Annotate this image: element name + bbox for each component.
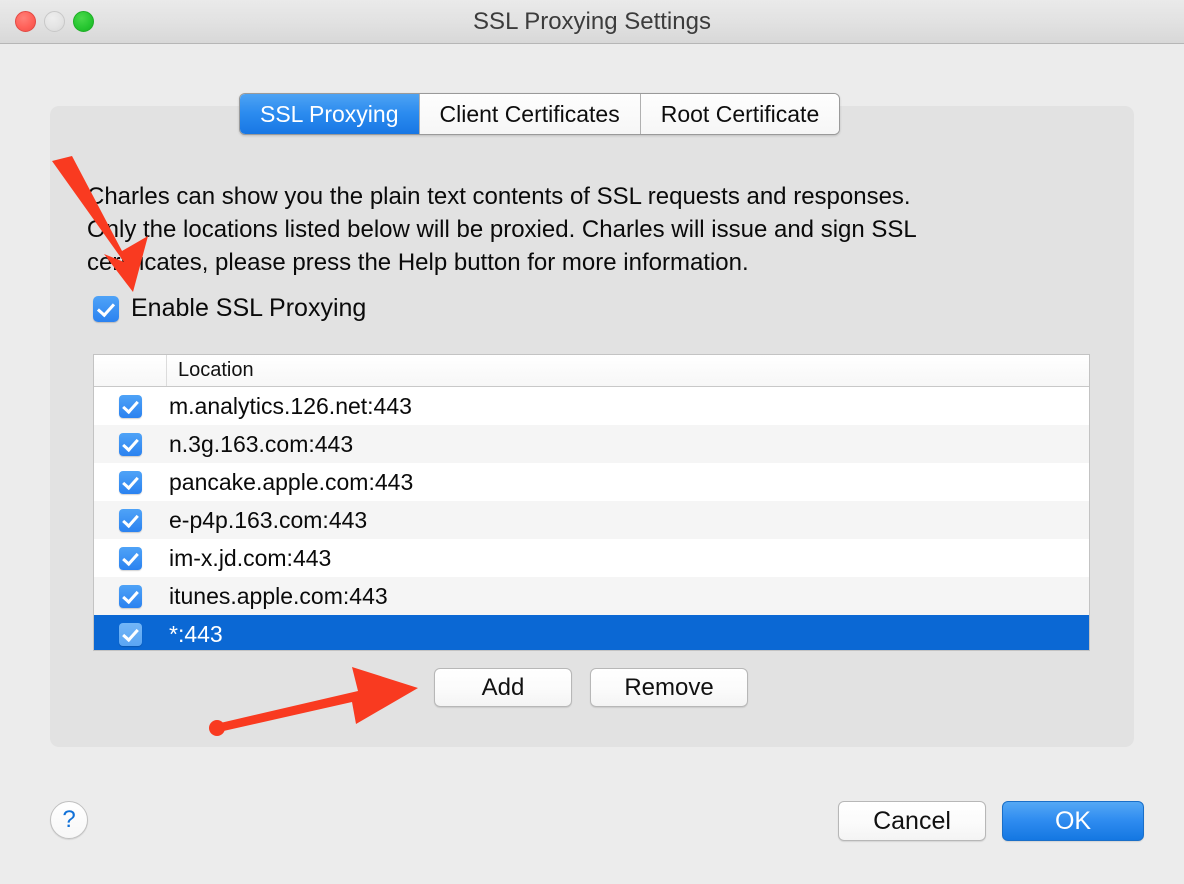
tab-ssl-proxying[interactable]: SSL Proxying xyxy=(240,94,420,134)
locations-table[interactable]: Location m.analytics.126.net:443 n.3g.16… xyxy=(93,354,1090,651)
cancel-button[interactable]: Cancel xyxy=(838,801,986,841)
row-checkbox[interactable] xyxy=(94,584,167,608)
description-line-1: Charles can show you the plain text cont… xyxy=(87,183,911,210)
row-checkbox[interactable] xyxy=(94,470,167,494)
table-row[interactable]: itunes.apple.com:443 xyxy=(94,577,1089,615)
table-row[interactable]: pancake.apple.com:443 xyxy=(94,463,1089,501)
help-button[interactable]: ? xyxy=(50,801,88,839)
ok-button[interactable]: OK xyxy=(1002,801,1144,841)
enable-ssl-proxying-checkbox[interactable]: Enable SSL Proxying xyxy=(93,294,366,323)
ssl-proxying-settings-window: SSL Proxying Settings SSL Proxying Clien… xyxy=(0,0,1184,884)
checkmark-icon xyxy=(119,584,142,608)
checkmark-icon xyxy=(119,622,142,646)
row-location-label: im-x.jd.com:443 xyxy=(169,544,332,571)
description-text: Charles can show you the plain text cont… xyxy=(87,180,1067,279)
description-line-2: Only the locations listed below will be … xyxy=(87,216,917,243)
checkmark-icon xyxy=(119,508,142,532)
table-header: Location xyxy=(94,355,1089,387)
add-button[interactable]: Add xyxy=(434,668,572,707)
tab-client-certificates[interactable]: Client Certificates xyxy=(419,94,641,134)
table-row[interactable]: m.analytics.126.net:443 xyxy=(94,387,1089,425)
remove-button[interactable]: Remove xyxy=(590,668,748,707)
row-location-label: pancake.apple.com:443 xyxy=(169,468,414,495)
row-checkbox[interactable] xyxy=(94,394,167,418)
checkmark-icon xyxy=(93,295,119,322)
row-location-label: m.analytics.126.net:443 xyxy=(169,392,412,419)
description-line-3: certificates, please press the Help butt… xyxy=(87,249,749,276)
dialog-buttons: Cancel OK xyxy=(838,801,1144,841)
list-action-buttons: Add Remove xyxy=(434,668,748,707)
row-location-label: itunes.apple.com:443 xyxy=(169,582,388,609)
row-location-label: *:443 xyxy=(169,620,223,647)
window-title: SSL Proxying Settings xyxy=(473,8,711,35)
table-row[interactable]: im-x.jd.com:443 xyxy=(94,539,1089,577)
title-bar: SSL Proxying Settings xyxy=(0,0,1184,44)
table-header-checkbox-column xyxy=(94,355,167,386)
row-checkbox[interactable] xyxy=(94,546,167,570)
row-checkbox[interactable] xyxy=(94,432,167,456)
row-location-label: e-p4p.163.com:443 xyxy=(169,506,368,533)
checkmark-icon xyxy=(119,470,142,494)
table-row[interactable]: n.3g.163.com:443 xyxy=(94,425,1089,463)
checkmark-icon xyxy=(119,394,142,418)
table-header-location: Location xyxy=(178,359,254,381)
tab-root-certificate[interactable]: Root Certificate xyxy=(640,94,840,134)
row-checkbox[interactable] xyxy=(94,508,167,532)
row-checkbox[interactable] xyxy=(94,622,167,646)
row-location-label: n.3g.163.com:443 xyxy=(169,430,354,457)
checkmark-icon xyxy=(119,432,142,456)
table-row[interactable]: e-p4p.163.com:443 xyxy=(94,501,1089,539)
table-row[interactable]: *:443 xyxy=(94,615,1089,650)
enable-ssl-proxying-label: Enable SSL Proxying xyxy=(131,294,367,322)
tab-bar: SSL Proxying Client Certificates Root Ce… xyxy=(239,93,841,135)
checkmark-icon xyxy=(119,546,142,570)
